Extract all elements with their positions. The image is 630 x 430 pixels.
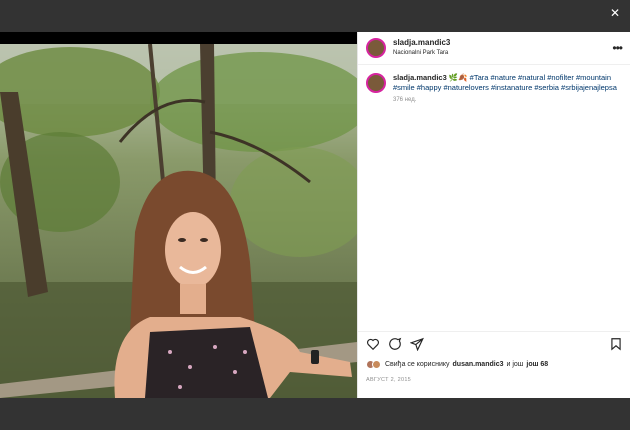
post-location[interactable]: Nacionalni Park Tara <box>393 48 450 58</box>
author-username[interactable]: sladja.mandic3 <box>393 38 450 48</box>
likes-count[interactable]: још 68 <box>526 361 548 368</box>
caption: sladja.mandic3 🌿🍂 #Tara #nature #natural… <box>358 65 630 93</box>
likes-prefix: Свиђа се кориснику <box>385 361 450 368</box>
caption-username[interactable]: sladja.mandic3 <box>393 73 447 82</box>
heart-icon[interactable] <box>366 337 380 351</box>
caption-text: sladja.mandic3 🌿🍂 #Tara #nature #natural… <box>393 73 622 93</box>
post-photo <box>0 32 357 398</box>
caption-time: 376 нед. <box>393 97 417 103</box>
author-avatar[interactable] <box>366 38 386 58</box>
action-bar <box>358 331 630 355</box>
share-icon[interactable] <box>410 337 424 351</box>
likes-middle: и још <box>506 361 524 368</box>
more-options-icon[interactable]: ••• <box>612 41 623 55</box>
liker-avatar <box>372 360 381 369</box>
likes-row: Свиђа се кориснику dusan.mandic3 и још ј… <box>366 360 548 369</box>
post-modal: sladja.mandic3 Nacionalni Park Tara ••• … <box>0 32 630 398</box>
photo-top-band <box>0 32 357 44</box>
author-block: sladja.mandic3 Nacionalni Park Tara <box>393 38 450 58</box>
post-details-panel: sladja.mandic3 Nacionalni Park Tara ••• … <box>357 32 630 398</box>
likes-user[interactable]: dusan.mandic3 <box>453 361 504 368</box>
caption-avatar[interactable] <box>366 73 386 93</box>
photo-illustration <box>0 32 357 398</box>
post-date: АВГУСТ 2, 2015 <box>366 377 412 383</box>
bookmark-icon[interactable] <box>609 337 623 351</box>
comment-icon[interactable] <box>388 337 402 351</box>
close-button[interactable]: ✕ <box>610 6 620 20</box>
post-header: sladja.mandic3 Nacionalni Park Tara ••• <box>358 32 630 65</box>
caption-emojis: 🌿🍂 <box>448 73 468 82</box>
